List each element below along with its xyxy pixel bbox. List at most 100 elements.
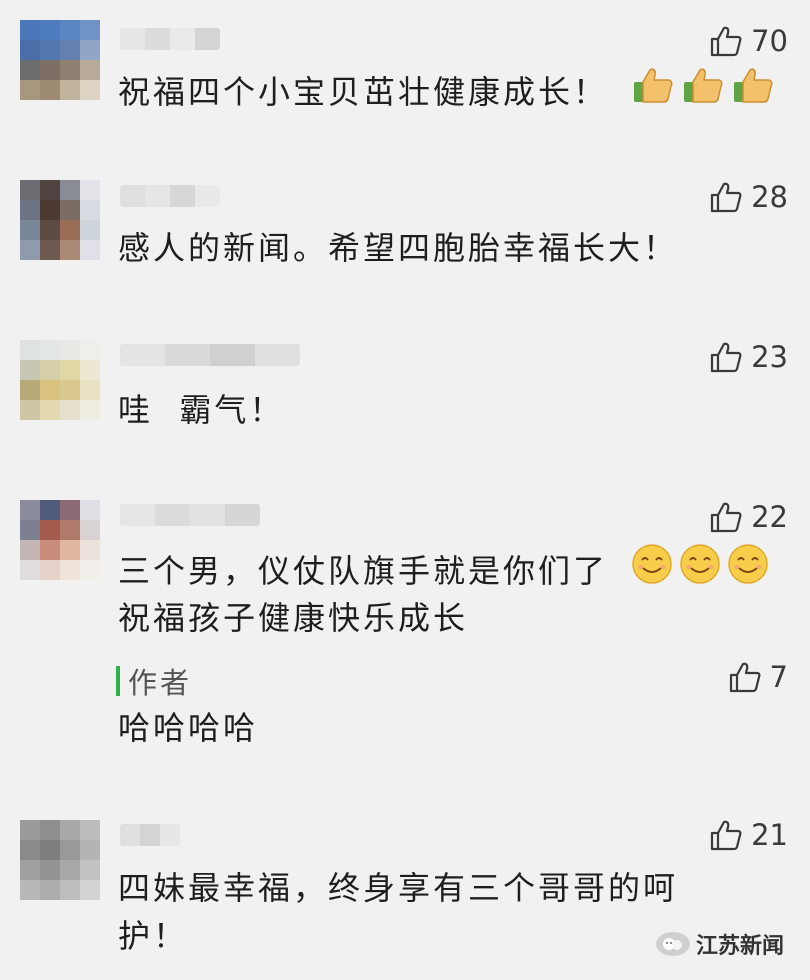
avatar-pixel (40, 400, 60, 420)
avatar-pixel (60, 860, 80, 880)
avatar-pixel (60, 40, 80, 60)
username-blurred[interactable] (120, 344, 300, 366)
avatar-pixel (60, 80, 80, 100)
avatar-pixel (40, 880, 60, 900)
username-blurred[interactable] (120, 824, 180, 846)
like-button[interactable]: 70 (709, 24, 788, 58)
avatar-pixel (20, 560, 40, 580)
avatar-pixel (80, 40, 100, 60)
avatar-pixel (40, 560, 60, 580)
avatar-pixel (60, 340, 80, 360)
avatar-pixel (40, 520, 60, 540)
username-blurred[interactable] (120, 504, 260, 526)
username-blur-block (120, 344, 165, 366)
wechat-official-account-icon (655, 932, 690, 956)
avatar[interactable] (20, 20, 100, 100)
avatar-pixel (80, 240, 100, 260)
avatar-pixel (80, 840, 100, 860)
smile-emoji-icon (679, 543, 721, 597)
username-blur-block (170, 185, 195, 207)
avatar-pixel (20, 20, 40, 40)
avatar-pixel (40, 500, 60, 520)
username-blur-block (160, 824, 180, 846)
avatar-pixel (80, 340, 100, 360)
avatar-pixel (20, 220, 40, 240)
avatar-pixel (80, 500, 100, 520)
reply-like-button[interactable]: 7 (728, 660, 788, 694)
avatar-pixel (40, 380, 60, 400)
avatar-pixel (20, 540, 40, 560)
avatar-pixel (20, 200, 40, 220)
username-blur-block (190, 504, 225, 526)
avatar-pixel (80, 380, 100, 400)
avatar-pixel (60, 220, 80, 240)
username-blurred[interactable] (120, 28, 220, 50)
reply-like-count: 7 (769, 660, 788, 694)
avatar-pixel (40, 220, 60, 240)
username-blur-block (195, 28, 220, 50)
avatar-pixel (40, 820, 60, 840)
username-blur-block (145, 28, 170, 50)
avatar-pixel (60, 500, 80, 520)
avatar-pixel (60, 520, 80, 540)
avatar-pixel (40, 860, 60, 880)
avatar-pixel (60, 540, 80, 560)
smile-emoji-icon (631, 543, 673, 597)
thumbs-up-outline-icon (728, 661, 762, 693)
avatar-pixel (40, 340, 60, 360)
avatar-pixel (20, 80, 40, 100)
like-button[interactable]: 21 (709, 818, 788, 852)
avatar[interactable] (20, 820, 100, 900)
thumbs-up-outline-icon (709, 501, 743, 533)
like-button[interactable]: 22 (709, 500, 788, 534)
like-button[interactable]: 28 (709, 180, 788, 214)
username-blur-block (155, 504, 190, 526)
avatar[interactable] (20, 500, 100, 580)
avatar-pixel (20, 400, 40, 420)
source-watermark: 江苏新闻 (655, 928, 784, 960)
avatar-pixel (40, 240, 60, 260)
emoji-row (631, 65, 775, 117)
avatar-pixel (60, 60, 80, 80)
avatar-pixel (60, 360, 80, 380)
avatar-pixel (20, 820, 40, 840)
avatar-pixel (60, 820, 80, 840)
avatar-pixel (20, 240, 40, 260)
author-reply-text: 哈哈哈哈 (118, 709, 259, 747)
username-blur-block (120, 504, 155, 526)
comment-text: 祝福四个小宝贝茁壮健康成长！ (118, 68, 775, 120)
comment-text: 感人的新闻。希望四胞胎幸福长大！ (118, 229, 679, 267)
avatar-pixel (80, 880, 100, 900)
username-blur-block (140, 824, 160, 846)
thumbs-up-emoji-icon (681, 65, 725, 117)
username-blur-block (120, 185, 145, 207)
thumbs-up-emoji-icon (631, 65, 675, 117)
reply-indicator-bar (116, 666, 120, 696)
avatar-pixel (40, 60, 60, 80)
avatar-pixel (80, 220, 100, 240)
avatar-pixel (80, 560, 100, 580)
comment-text-line-2: 祝福孩子健康快乐成长 (118, 599, 469, 637)
avatar-pixel (60, 560, 80, 580)
username-blur-block (255, 344, 300, 366)
avatar-pixel (20, 880, 40, 900)
avatar-pixel (60, 240, 80, 260)
avatar-pixel (80, 20, 100, 40)
like-count: 28 (751, 180, 788, 214)
username-blurred[interactable] (120, 185, 220, 207)
avatar-pixel (60, 200, 80, 220)
username-blur-block (195, 185, 220, 207)
like-button[interactable]: 23 (709, 340, 788, 374)
avatar-pixel (60, 880, 80, 900)
like-count: 21 (751, 818, 788, 852)
thumbs-up-outline-icon (709, 341, 743, 373)
avatar-pixel (40, 840, 60, 860)
avatar-pixel (60, 20, 80, 40)
avatar-pixel (40, 540, 60, 560)
avatar-pixel (60, 180, 80, 200)
avatar[interactable] (20, 180, 100, 260)
avatar[interactable] (20, 340, 100, 420)
avatar-pixel (20, 340, 40, 360)
avatar-pixel (80, 520, 100, 540)
avatar-pixel (20, 180, 40, 200)
